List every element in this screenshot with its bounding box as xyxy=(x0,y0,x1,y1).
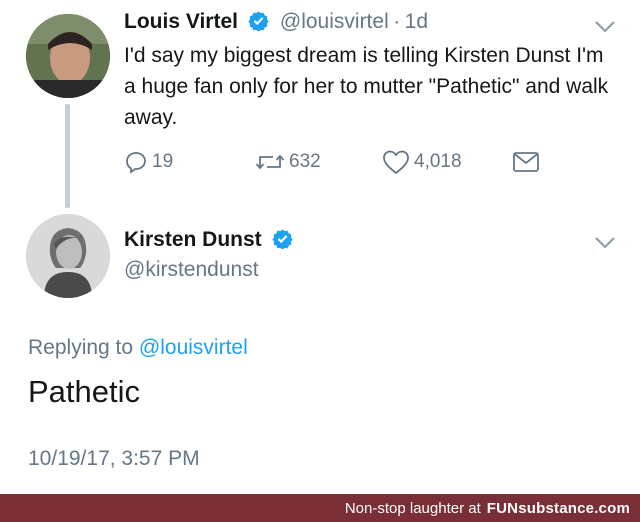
tweet1-author-name[interactable]: Louis Virtel xyxy=(124,10,238,33)
tweet1-header: Louis Virtel @louisvirtel · 1d xyxy=(124,10,428,34)
verified-badge-icon xyxy=(272,229,293,249)
avatar-kirsten-dunst[interactable] xyxy=(26,214,110,298)
replying-prefix: Replying to xyxy=(28,336,134,359)
chevron-down-icon[interactable] xyxy=(594,20,616,34)
verified-badge-icon xyxy=(248,11,270,31)
watermark-footer: Non-stop laughter at FUNsubstance.com xyxy=(0,494,640,522)
tweet1-handle[interactable]: @louisvirtel xyxy=(280,10,389,33)
tweet1-age[interactable]: 1d xyxy=(405,10,428,33)
replying-to-line: Replying to @louisvirtel xyxy=(28,336,248,360)
retweet-button[interactable]: 632 xyxy=(255,148,321,176)
avatar-louis-virtel[interactable] xyxy=(26,14,110,98)
tweet2-timestamp[interactable]: 10/19/17, 3:57 PM xyxy=(28,447,200,471)
chevron-down-icon[interactable] xyxy=(594,236,616,250)
tweet2-author: Kirsten Dunst xyxy=(124,228,293,252)
like-count: 4,018 xyxy=(414,151,462,172)
reply-button[interactable]: 19 xyxy=(124,148,173,176)
replying-mention-link[interactable]: @louisvirtel xyxy=(139,336,248,359)
tweet1-separator: · xyxy=(393,10,401,33)
footer-brand: FUNsubstance.com xyxy=(486,499,630,517)
tweet2-handle[interactable]: @kirstendunst xyxy=(124,258,259,282)
retweet-icon xyxy=(255,154,285,170)
reply-icon xyxy=(126,152,146,174)
retweet-count: 632 xyxy=(289,151,321,172)
like-icon xyxy=(383,150,409,175)
direct-message-icon xyxy=(513,152,539,172)
thread-line xyxy=(65,104,70,208)
footer-caption: Non-stop laughter at xyxy=(344,499,481,517)
tweet1-text: I'd say my biggest dream is telling Kirs… xyxy=(124,44,609,129)
like-button[interactable]: 4,018 xyxy=(382,148,462,176)
tweet2-author-name[interactable]: Kirsten Dunst xyxy=(124,228,262,251)
reply-count: 19 xyxy=(152,151,174,172)
direct-message-button[interactable] xyxy=(512,148,544,176)
tweet2-text: Pathetic xyxy=(28,374,141,409)
